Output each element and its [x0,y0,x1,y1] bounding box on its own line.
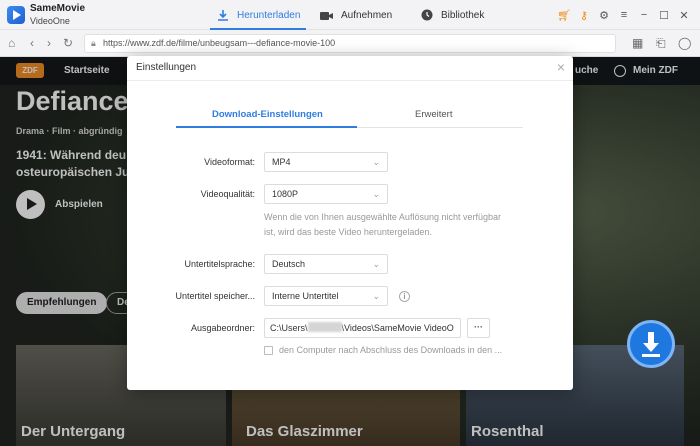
info-icon[interactable]: i [399,291,410,302]
forward-icon[interactable]: › [47,36,51,50]
tab-library[interactable]: Bibliothek [420,0,484,30]
tab-record[interactable]: Aufnehmen [320,0,392,30]
reload-icon[interactable]: ↻ [63,36,73,50]
tab-advanced[interactable]: Erweitert [415,109,452,120]
video-format-value: MP4 [272,157,291,167]
dialog-header: Einstellungen × [127,56,573,81]
menu-icon[interactable]: ≡ [614,9,634,21]
video-quality-select[interactable]: 1080P ⌄ [264,184,388,204]
shutdown-checkbox[interactable] [264,346,273,355]
video-quality-value: 1080P [272,189,299,199]
bookmark-icon[interactable]: ⎗ [656,36,666,51]
video-format-select[interactable]: MP4 ⌄ [264,152,388,172]
cart-icon[interactable]: 🛒︎ [554,9,574,22]
chevron-down-icon: ⌄ [372,157,380,167]
app-logo-icon [7,6,25,24]
subtitle-language-select[interactable]: Deutsch ⌄ [264,254,388,274]
close-window-icon[interactable]: ✕ [674,9,694,22]
tab-library-label: Bibliothek [441,9,485,21]
address-bar: ⌂ ‹ › ↻ 🔒︎ https://www.zdf.de/filme/unbe… [0,30,700,57]
output-folder-label: Ausgabeordner: [190,323,255,333]
download-icon [216,9,229,22]
download-fab-button[interactable] [627,320,675,368]
lock-icon: 🔒︎ [91,38,96,48]
subtitle-save-value: Interne Untertitel [272,291,339,301]
subtitle-language-value: Deutsch [272,259,306,269]
close-icon[interactable]: × [557,59,565,75]
download-arrow-icon [642,354,660,357]
output-path-suffix: \Videos\SameMovie VideoO [341,323,454,333]
tab-download-label: Herunterladen [237,9,301,21]
home-icon[interactable]: ⌂ [8,36,15,50]
gear-icon[interactable]: ⚙ [594,9,614,22]
chevron-down-icon: ⌄ [372,189,380,199]
app-name: SameMovie [30,3,86,14]
camera-icon [320,9,333,22]
minimize-icon[interactable]: − [634,9,654,21]
user-icon[interactable]: ◯ [678,36,691,50]
tab-download[interactable]: Herunterladen [209,0,307,30]
shutdown-label: den Computer nach Abschluss des Download… [279,345,503,355]
maximize-icon[interactable]: ☐ [654,9,674,22]
quality-note: Wenn die von Ihnen ausgewählte Auflösung… [264,212,501,237]
chevron-down-icon: ⌄ [372,259,380,269]
dialog-title: Einstellungen [136,62,197,73]
active-tab-indicator [176,126,357,128]
browse-button[interactable]: ··· [467,318,490,338]
grid-icon[interactable]: ▦ [632,36,643,50]
subtitle-language-label: Untertitelsprache: [184,259,255,269]
tab-record-label: Aufnehmen [341,9,393,21]
subtitle-save-select[interactable]: Interne Untertitel ⌄ [264,286,388,306]
clock-icon [420,9,433,22]
tab-download-settings[interactable]: Download-Einstellungen [212,109,323,120]
url-input[interactable]: 🔒︎ https://www.zdf.de/filme/unbeugsam---… [84,34,616,53]
subtitle-save-label: Untertitel speicher... [175,291,255,301]
back-icon[interactable]: ‹ [30,36,34,50]
output-folder-field[interactable]: C:\Users\ \Videos\SameMovie VideoO [264,318,461,338]
url-text: https://www.zdf.de/filme/unbeugsam---def… [103,38,336,48]
video-format-label: Videoformat: [204,157,255,167]
key-icon[interactable]: ⚷ [574,9,594,22]
chevron-down-icon: ⌄ [372,291,380,301]
title-bar: SameMovie VideoOne Herunterladen Aufnehm… [0,0,700,30]
settings-dialog: Einstellungen × Download-Einstellungen E… [127,56,573,390]
app-subtitle: VideoOne [30,16,70,26]
video-quality-label: Videoqualität: [200,189,255,199]
redacted-username [307,322,342,332]
window-controls: 🛒︎ ⚷ ⚙ ≡ − ☐ ✕ [554,0,694,30]
output-path-prefix: C:\Users\ [270,323,308,333]
